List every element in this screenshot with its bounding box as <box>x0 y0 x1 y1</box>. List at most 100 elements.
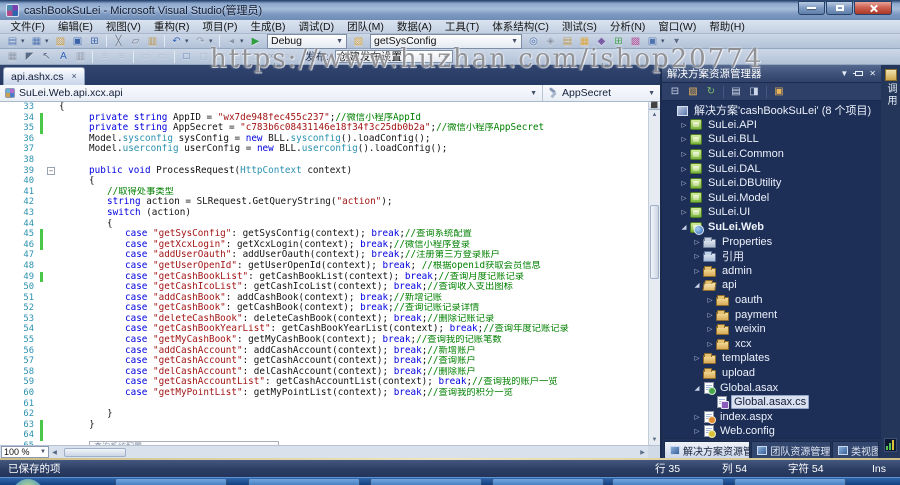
menu-item[interactable]: 数据(A) <box>390 19 438 34</box>
code-line[interactable]: 49case "getCashBookList": getCashBookLis… <box>0 272 648 283</box>
code-line[interactable]: 38 <box>0 155 648 166</box>
code-line[interactable]: 36Model.sysconfig sysConfig = new BLL.sy… <box>0 134 648 145</box>
code-line[interactable]: 50case "getCashIcoList": getCashIcoList(… <box>0 282 648 293</box>
expanded-arrow-icon[interactable]: ◢ <box>679 223 689 231</box>
tree-item[interactable]: Global.asax.cs <box>662 395 881 410</box>
collapsed-arrow-icon[interactable]: ▷ <box>679 150 689 158</box>
redo-icon-dropdown[interactable]: ▾ <box>209 37 216 45</box>
tree-item[interactable]: upload <box>662 366 881 381</box>
save-icon[interactable]: ▣ <box>70 35 85 48</box>
code-line[interactable]: 40{ <box>0 176 648 187</box>
code-line[interactable]: 58case "delCashAccount": delCashAccount(… <box>0 367 648 378</box>
code-line[interactable]: 48case "getUserOpenId": getUserOpenId(co… <box>0 261 648 272</box>
tree-item[interactable]: ▷SuLei.API <box>662 118 881 133</box>
menu-item[interactable]: 调试(D) <box>292 19 341 34</box>
taskbar-button[interactable] <box>115 479 227 485</box>
tab-api-ashx-cs[interactable]: api.ashx.cs × <box>3 67 85 85</box>
start-page-icon[interactable]: ▩ <box>628 35 643 48</box>
taskbar-button[interactable] <box>248 479 360 485</box>
menu-item[interactable]: 文件(F) <box>4 19 51 34</box>
deploy-icon[interactable]: ▸ <box>457 50 472 63</box>
uncomment-icon[interactable]: ▭ <box>155 50 170 63</box>
taskbar-button[interactable] <box>370 479 482 485</box>
display-style-icon[interactable]: □ <box>179 50 194 63</box>
collapsed-arrow-icon[interactable]: ▷ <box>705 325 715 333</box>
tree-item[interactable]: ▷admin <box>662 264 881 279</box>
solution-configurations-icon[interactable]: ▧ <box>351 35 366 48</box>
code-line[interactable]: 43switch (action) <box>0 208 648 219</box>
code-line[interactable]: 61 <box>0 399 648 410</box>
open-file-icon[interactable]: ▨ <box>53 35 68 48</box>
collapsed-arrow-icon[interactable]: ▷ <box>692 354 702 362</box>
code-line[interactable]: 54case "getCashBookYearList": getCashBoo… <box>0 324 648 335</box>
tree-item[interactable]: ▷Properties <box>662 234 881 249</box>
horizontal-scroll-thumb[interactable] <box>64 448 126 457</box>
collapsed-arrow-icon[interactable]: ▷ <box>705 311 715 319</box>
types-dropdown[interactable]: SuLei.Web.api.xcx.api ▼ <box>0 85 543 101</box>
cut-icon[interactable]: ╳ <box>111 35 126 48</box>
add-item-icon[interactable]: ▦ <box>29 35 44 48</box>
code-line[interactable]: 47case "addUserOauth": addUserOauth(cont… <box>0 250 648 261</box>
panel-tab[interactable]: 团队资源管理器 <box>751 441 831 458</box>
view-designer-icon[interactable]: ◨ <box>746 85 762 99</box>
code-line[interactable]: 35private string AppSecret = "c783b6c084… <box>0 123 648 134</box>
close-panel-icon[interactable]: ✕ <box>869 69 876 78</box>
tree-item[interactable]: ◢Global.asax <box>662 380 881 395</box>
tree-item[interactable]: ▷SuLei.BLL <box>662 132 881 147</box>
select-mode-icon[interactable]: ↖ <box>39 50 54 63</box>
code-line[interactable]: 33{ <box>0 102 648 113</box>
code-line[interactable]: 63} <box>0 420 648 431</box>
code-line[interactable]: 46case "getXcxLogin": getXcxLogin(contex… <box>0 240 648 251</box>
collapsed-arrow-icon[interactable]: ▷ <box>679 165 689 173</box>
members-dropdown[interactable]: AppSecret ▼ <box>543 85 660 101</box>
expanded-arrow-icon[interactable]: ◢ <box>692 384 702 392</box>
search-symbol-combo[interactable]: getSysConfig ▼ <box>370 34 522 49</box>
solution-explorer-titlebar[interactable]: 解决方案资源管理器 ▼ ✕ <box>662 65 881 83</box>
close-button[interactable] <box>854 1 892 15</box>
tree-item[interactable]: ▷oauth <box>662 293 881 308</box>
code-line[interactable]: 51case "addCashBook": addCashBook(contex… <box>0 293 648 304</box>
code-line[interactable]: 55case "getMyCashBook": getMyCashBook(co… <box>0 335 648 346</box>
splitter-handle[interactable]: ⬛ <box>649 102 660 110</box>
navigate-back-icon[interactable]: ◂ <box>224 35 239 48</box>
scroll-left-icon[interactable]: ◀ <box>49 449 60 456</box>
zoom-combo[interactable]: 100 % ▼ <box>1 446 49 458</box>
tree-item[interactable]: ▷templates <box>662 351 881 366</box>
create-table-icon[interactable]: ▦ <box>5 50 20 63</box>
menu-item[interactable]: 视图(V) <box>99 19 147 34</box>
code-line[interactable]: 45case "getSysConfig": getSysConfig(cont… <box>0 229 648 240</box>
horizontal-scroll-track[interactable] <box>60 446 637 458</box>
menu-item[interactable]: 团队(M) <box>341 19 391 34</box>
code-bubble-icon[interactable]: ◻ <box>196 50 211 63</box>
menu-item[interactable]: 编辑(E) <box>51 19 99 34</box>
new-project-icon[interactable]: ▤ <box>5 35 20 48</box>
menu-item[interactable]: 工具(T) <box>438 19 485 34</box>
scroll-right-icon[interactable]: ▶ <box>637 449 648 456</box>
copy-icon[interactable]: ▱ <box>128 35 143 48</box>
tree-item[interactable]: ◢api <box>662 278 881 293</box>
collapsed-arrow-icon[interactable]: ▷ <box>679 194 689 202</box>
publish-settings-icon[interactable]: ✳ <box>474 50 489 63</box>
find-in-files-icon[interactable]: ◎ <box>526 35 541 48</box>
object-browser-icon[interactable]: ◆ <box>594 35 609 48</box>
task-bubble-icon[interactable]: ◻ <box>230 50 245 63</box>
code-line[interactable]: 62} <box>0 409 648 420</box>
start-debug-icon[interactable]: ▶ <box>248 35 263 48</box>
tab-close-icon[interactable]: × <box>72 72 77 81</box>
menu-item[interactable]: 项目(P) <box>196 19 244 34</box>
font-size-icon[interactable]: A <box>56 50 71 63</box>
taskbar-button[interactable] <box>612 479 724 485</box>
review-bubble-icon[interactable]: ◻ <box>247 50 262 63</box>
comment-icon[interactable]: ▭ <box>138 50 153 63</box>
collapsed-arrow-icon[interactable]: ▷ <box>692 252 702 260</box>
menu-item[interactable]: 帮助(H) <box>703 19 752 34</box>
menu-item[interactable]: 窗口(W) <box>652 19 703 34</box>
tree-item[interactable]: ▷SuLei.UI <box>662 205 881 220</box>
collapsed-arrow-icon[interactable]: ▷ <box>679 208 689 216</box>
tree-item[interactable]: ◢SuLei.Web <box>662 220 881 235</box>
tree-item[interactable]: ▷index.aspx <box>662 409 881 424</box>
panel-tab[interactable]: 解决方案资源管... <box>664 441 750 458</box>
code-line[interactable]: 53case "deleteCashBook": deleteCashBook(… <box>0 314 648 325</box>
panel-tab[interactable]: 类视图 <box>832 441 879 458</box>
redo-icon[interactable]: ↷ <box>193 35 208 48</box>
